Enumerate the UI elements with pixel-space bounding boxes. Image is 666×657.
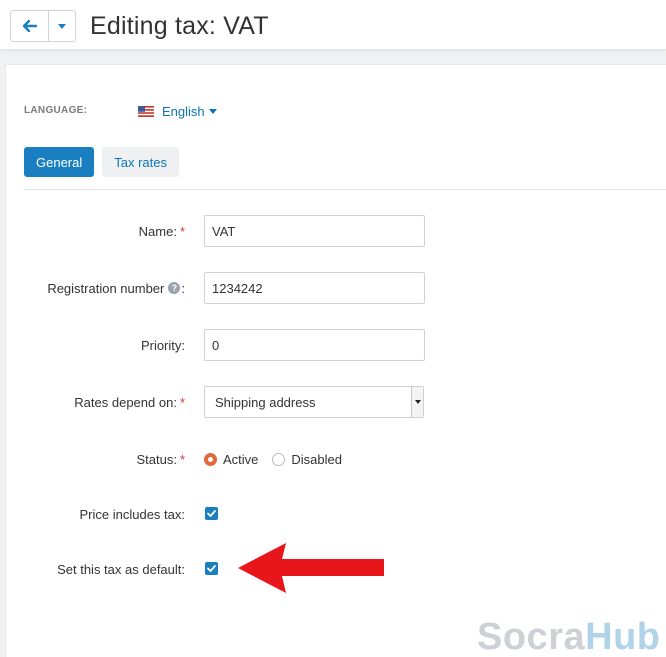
checkmark-icon xyxy=(207,510,216,517)
back-menu-dropdown[interactable] xyxy=(49,11,75,41)
set-default-checkbox[interactable] xyxy=(205,562,218,575)
required-marker: * xyxy=(179,223,185,239)
status-disabled-label: Disabled xyxy=(291,451,342,467)
priority-input[interactable] xyxy=(204,329,425,361)
status-active-option[interactable]: Active xyxy=(204,452,258,467)
price-includes-tax-row: Price includes tax: xyxy=(6,498,666,530)
rates-depend-on-label: Rates depend on: * xyxy=(74,394,185,410)
checkmark-icon xyxy=(207,565,216,572)
status-label: Status: * xyxy=(136,451,185,467)
caret-down-icon xyxy=(208,108,217,114)
registration-number-label: Registration number ?: xyxy=(47,280,185,296)
required-marker: * xyxy=(179,451,185,467)
language-value: English xyxy=(162,103,205,119)
price-includes-tax-label: Price includes tax: xyxy=(79,506,186,522)
select-arrow-icon xyxy=(411,387,423,417)
question-circle-icon[interactable]: ? xyxy=(168,282,181,294)
set-default-label: Set this tax as default: xyxy=(57,561,185,577)
page-title: Editing tax: VAT xyxy=(90,12,269,40)
radio-unselected[interactable] xyxy=(272,452,286,466)
rates-depend-on-value: Shipping address xyxy=(215,394,316,410)
language-label: LANGUAGE: xyxy=(24,105,88,116)
name-row: Name: * xyxy=(6,215,666,247)
watermark-part2: Hub xyxy=(585,616,661,657)
registration-number-row: Registration number ?: xyxy=(6,272,666,304)
language-selector[interactable]: English xyxy=(138,101,217,121)
name-label: Name: * xyxy=(138,223,185,239)
watermark-part1: Socra xyxy=(477,616,586,657)
arrow-left-icon xyxy=(22,20,37,32)
us-flag-icon xyxy=(138,105,154,117)
caret-down-icon xyxy=(58,23,66,29)
name-input[interactable] xyxy=(204,215,425,247)
radio-selected[interactable] xyxy=(204,452,217,466)
rates-depend-on-row: Rates depend on: * Shipping address xyxy=(6,386,666,418)
tab-general[interactable]: General xyxy=(24,147,95,177)
tabs: General Tax rates xyxy=(24,147,179,177)
status-radio-group: Active Disabled xyxy=(204,443,356,475)
top-bar: Editing tax: VAT xyxy=(0,0,666,50)
tabs-divider xyxy=(24,189,666,190)
rates-depend-on-select[interactable]: Shipping address xyxy=(204,386,424,418)
price-includes-tax-checkbox[interactable] xyxy=(205,507,218,520)
required-marker: * xyxy=(179,394,185,410)
tab-tax-rates[interactable]: Tax rates xyxy=(102,147,179,177)
status-active-label: Active xyxy=(223,451,259,467)
annotation-arrow-icon xyxy=(238,543,384,593)
status-disabled-option[interactable]: Disabled xyxy=(272,452,342,467)
back-button[interactable] xyxy=(11,11,49,41)
watermark: SocraHub xyxy=(477,616,661,657)
registration-number-input[interactable] xyxy=(204,272,425,304)
back-button-group xyxy=(10,10,76,42)
priority-row: Priority: xyxy=(6,329,666,361)
status-row: Status: * Active Disabled xyxy=(6,443,666,475)
priority-label: Priority: xyxy=(140,337,185,353)
